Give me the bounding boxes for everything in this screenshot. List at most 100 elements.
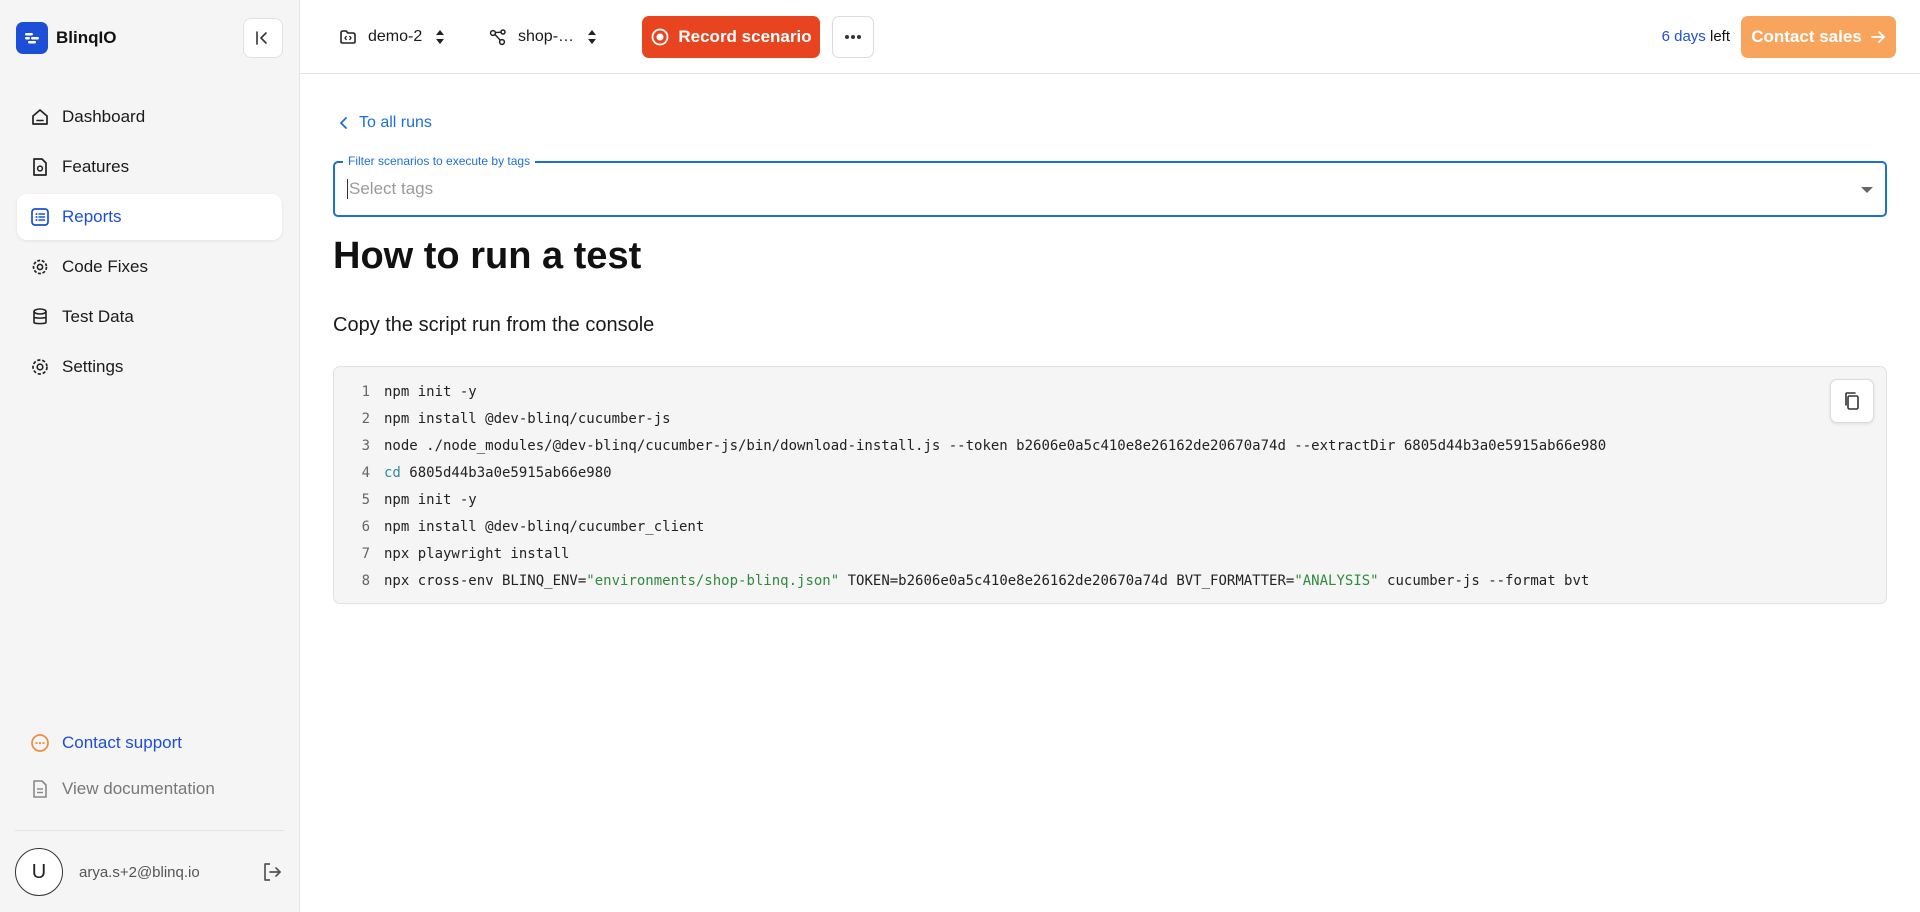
top-bar: demo-2 shop-… Record scenario 6 days lef… bbox=[300, 0, 1920, 74]
environment-selector[interactable]: shop-… bbox=[488, 21, 598, 53]
app-name: BlinqIO bbox=[56, 28, 117, 47]
sidebar-item-label: Settings bbox=[62, 357, 124, 376]
database-icon bbox=[33, 308, 47, 325]
line-number: 3 bbox=[361, 437, 370, 454]
line-number: 7 bbox=[361, 545, 370, 562]
sidebar-item-label: Features bbox=[62, 157, 130, 176]
sidebar-item-dashboard[interactable]: Dashboard bbox=[17, 94, 282, 140]
line-number: 6 bbox=[361, 518, 370, 535]
ellipsis-icon bbox=[845, 35, 861, 39]
collapse-left-icon bbox=[256, 31, 267, 45]
logout-icon[interactable] bbox=[260, 860, 284, 884]
trial-remaining: 6 days left bbox=[1662, 28, 1730, 45]
trial-suffix: left bbox=[1705, 28, 1730, 45]
code-line: 5 npm init -y bbox=[334, 486, 1886, 513]
code-token: npm init -y bbox=[384, 383, 477, 400]
contact-sales-button[interactable]: Contact sales bbox=[1741, 16, 1896, 58]
blinqio-logo-icon bbox=[16, 22, 48, 54]
sidebar-item-features[interactable]: Features bbox=[17, 144, 282, 190]
line-number: 5 bbox=[361, 491, 370, 508]
code-string: "ANALYSIS" bbox=[1294, 572, 1379, 589]
code-line: 1 npm init -y bbox=[334, 378, 1886, 405]
view-documentation-link[interactable]: View documentation bbox=[17, 766, 282, 812]
code-line: 7 npx playwright install bbox=[334, 540, 1886, 567]
code-line: 6 npm install @dev-blinq/cucumber_client bbox=[334, 513, 1886, 540]
code-text: npm init -y bbox=[384, 384, 477, 400]
sidebar-nav: Dashboard Features Reports Code Fixes Te… bbox=[17, 94, 282, 394]
tag-filter-label: Filter scenarios to execute by tags bbox=[343, 154, 536, 168]
code-lines: 1 npm init -y 2 npm install @dev-blinq/cucu… bbox=[334, 378, 1886, 594]
code-keyword: cd bbox=[384, 464, 401, 481]
chat-bubble-icon bbox=[31, 734, 49, 752]
code-text: npx playwright install bbox=[384, 546, 569, 562]
code-token: TOKEN=b2606e0a5c410e8e26162de20670a74d B… bbox=[839, 572, 1295, 589]
contact-support-label: Contact support bbox=[62, 733, 183, 752]
code-token: cucumber-js --format bvt bbox=[1378, 572, 1590, 589]
copy-button[interactable] bbox=[1830, 379, 1874, 423]
code-line: 2 npm install @dev-blinq/cucumber-js bbox=[334, 405, 1886, 432]
back-to-all-runs-link[interactable]: To all runs bbox=[337, 114, 432, 132]
contact-sales-label: Contact sales bbox=[1751, 27, 1862, 46]
line-number: 4 bbox=[361, 464, 370, 481]
tag-filter-select[interactable]: Filter scenarios to execute by tags Sele… bbox=[333, 154, 1887, 217]
arrow-right-icon bbox=[1870, 31, 1885, 43]
sidebar-item-label: Test Data bbox=[62, 307, 134, 326]
copy-icon bbox=[1845, 392, 1859, 410]
code-token: npx cross-env BLINQ_ENV= bbox=[384, 572, 587, 589]
code-text: npm install @dev-blinq/cucumber_client bbox=[384, 519, 704, 535]
sidebar-support: Contact support View documentation bbox=[17, 720, 282, 812]
project-selector[interactable]: demo-2 bbox=[338, 21, 446, 53]
logo-row: BlinqIO bbox=[16, 18, 283, 58]
gear-fix-icon bbox=[32, 259, 48, 275]
environment-name: shop-… bbox=[518, 28, 575, 45]
code-text: node ./node_modules/@dev-blinq/cucumber-… bbox=[384, 438, 1606, 454]
code-string: "environments/shop-blinq.json" bbox=[586, 572, 840, 589]
feature-file-icon bbox=[33, 158, 47, 176]
view-documentation-label: View documentation bbox=[62, 779, 215, 798]
sidebar-item-label: Code Fixes bbox=[62, 257, 148, 276]
avatar[interactable]: U bbox=[15, 848, 63, 896]
sidebar-item-label: Dashboard bbox=[62, 107, 146, 126]
user-email: arya.s+2@blinq.io bbox=[79, 863, 200, 881]
code-text: npx cross-env BLINQ_ENV="environments/sh… bbox=[384, 573, 1589, 589]
sidebar-divider bbox=[15, 830, 284, 831]
code-text: npm install @dev-blinq/cucumber-js bbox=[384, 411, 671, 427]
sidebar-item-reports[interactable]: Reports bbox=[17, 194, 282, 240]
code-block: 1 npm init -y 2 npm install @dev-blinq/cucu… bbox=[333, 366, 1887, 604]
environment-nodes-icon bbox=[489, 29, 506, 46]
chevron-up-down-icon bbox=[436, 30, 445, 44]
code-token: npm install @dev-blinq/cucumber-js bbox=[384, 410, 671, 427]
report-list-icon bbox=[31, 208, 49, 226]
home-icon bbox=[32, 109, 48, 125]
line-number: 2 bbox=[361, 410, 370, 427]
code-text: npm init -y bbox=[384, 492, 477, 508]
more-options-button[interactable] bbox=[832, 16, 874, 58]
code-line: 4 cd 6805d44b3a0e5915ab66e980 bbox=[334, 459, 1886, 486]
project-name: demo-2 bbox=[368, 28, 423, 45]
record-scenario-label: Record scenario bbox=[678, 27, 812, 46]
code-token: npx playwright install bbox=[384, 545, 570, 562]
code-token: node ./node_modules/@dev-blinq/cucumber-… bbox=[384, 437, 1607, 454]
settings-gear-icon bbox=[32, 359, 48, 375]
sidebar: BlinqIO Dashboard Features Reports Code … bbox=[0, 0, 300, 912]
back-link-label: To all runs bbox=[359, 114, 432, 131]
page-title: How to run a test bbox=[333, 235, 642, 277]
sidebar-item-label: Reports bbox=[62, 207, 122, 226]
sidebar-item-settings[interactable]: Settings bbox=[17, 344, 282, 390]
chevron-up-down-icon bbox=[588, 30, 597, 44]
code-text: cd 6805d44b3a0e5915ab66e980 bbox=[384, 465, 612, 481]
sidebar-item-code-fixes[interactable]: Code Fixes bbox=[17, 244, 282, 290]
code-token: 6805d44b3a0e5915ab66e980 bbox=[400, 464, 612, 481]
user-row: U arya.s+2@blinq.io bbox=[15, 847, 284, 897]
code-token: npm install @dev-blinq/cucumber_client bbox=[384, 518, 705, 535]
collapse-sidebar-button[interactable] bbox=[243, 18, 283, 58]
record-scenario-button[interactable]: Record scenario bbox=[642, 16, 820, 58]
chevron-left-icon bbox=[340, 117, 347, 129]
line-number: 8 bbox=[361, 572, 370, 589]
caret-down-icon[interactable] bbox=[1861, 187, 1873, 193]
tag-filter-input[interactable]: Select tags bbox=[347, 179, 433, 199]
contact-support-link[interactable]: Contact support bbox=[17, 720, 282, 766]
code-line: 3 node ./node_modules/@dev-blinq/cucumber… bbox=[334, 432, 1886, 459]
project-icon bbox=[340, 30, 356, 44]
sidebar-item-test-data[interactable]: Test Data bbox=[17, 294, 282, 340]
